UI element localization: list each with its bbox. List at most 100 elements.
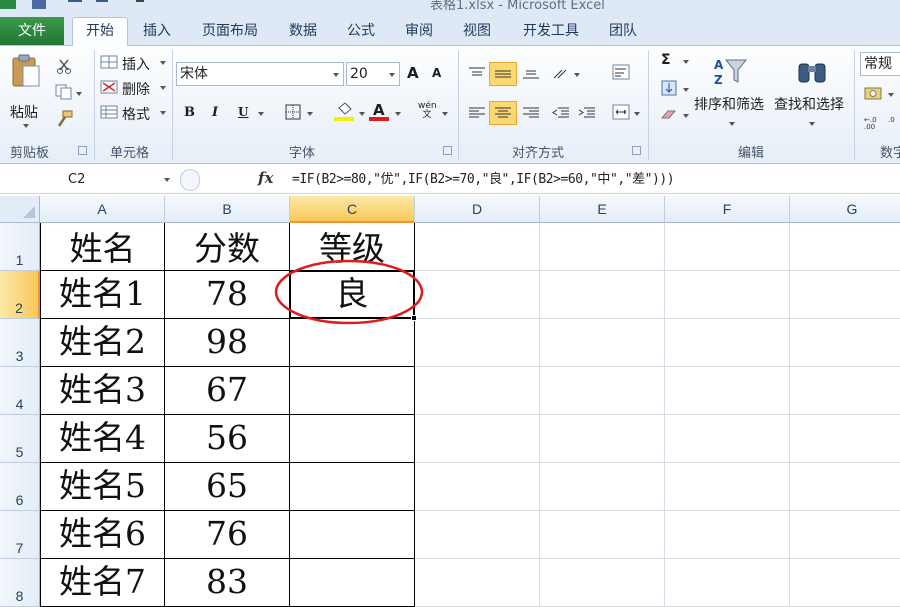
format-painter-icon[interactable] <box>55 110 73 128</box>
undo-icon[interactable] <box>68 0 82 9</box>
cell-a1[interactable]: 姓名 <box>40 223 165 271</box>
cell-d7[interactable] <box>415 511 540 559</box>
excel-app-icon[interactable] <box>0 0 16 9</box>
paste-button[interactable]: 粘贴 <box>6 54 46 132</box>
cell-c4[interactable] <box>290 367 415 415</box>
cell-g3[interactable] <box>790 319 900 367</box>
cell-d5[interactable] <box>415 415 540 463</box>
underline-dropdown-icon[interactable] <box>258 112 264 116</box>
cell-f3[interactable] <box>665 319 790 367</box>
align-bottom-icon[interactable] <box>522 66 540 80</box>
cell-e7[interactable] <box>540 511 665 559</box>
tab-file[interactable]: 文件 <box>0 17 64 45</box>
decrease-font-size-icon[interactable]: A <box>432 66 441 80</box>
save-icon[interactable] <box>32 0 46 9</box>
cell-c3[interactable] <box>290 319 415 367</box>
row-header-6[interactable]: 6 <box>0 463 40 511</box>
wrap-text-icon[interactable] <box>612 64 630 80</box>
text-orientation-icon[interactable] <box>552 66 572 80</box>
underline-button[interactable]: U <box>238 105 248 119</box>
find-select-button[interactable]: 查找和选择 <box>772 52 852 136</box>
tab-home[interactable]: 开始 <box>72 17 128 47</box>
cell-c7[interactable] <box>290 511 415 559</box>
cell-b5[interactable]: 56 <box>165 415 290 463</box>
column-header-e[interactable]: E <box>540 196 665 223</box>
cell-d2[interactable] <box>415 271 540 319</box>
insert-function-icon[interactable]: fx <box>258 169 273 187</box>
delete-cells-button[interactable]: 删除 <box>100 77 170 99</box>
cut-icon[interactable] <box>56 58 72 74</box>
align-middle-button[interactable] <box>489 62 517 86</box>
name-box[interactable]: C2 <box>0 169 176 191</box>
format-cells-button[interactable]: 格式 <box>100 102 170 124</box>
cell-f2[interactable] <box>665 271 790 319</box>
cell-g2[interactable] <box>790 271 900 319</box>
column-header-f[interactable]: F <box>665 196 790 223</box>
redo-icon[interactable] <box>96 0 108 9</box>
cell-f4[interactable] <box>665 367 790 415</box>
copy-icon[interactable] <box>55 84 73 100</box>
cell-c1[interactable]: 等级 <box>290 223 415 271</box>
align-right-icon[interactable] <box>522 106 540 120</box>
cell-a7[interactable]: 姓名6 <box>40 511 165 559</box>
cell-f6[interactable] <box>665 463 790 511</box>
clear-icon[interactable] <box>660 108 678 122</box>
tab-page-layout[interactable]: 页面布局 <box>198 21 262 46</box>
cell-g7[interactable] <box>790 511 900 559</box>
column-header-g[interactable]: G <box>790 196 900 223</box>
cell-c6[interactable] <box>290 463 415 511</box>
column-header-d[interactable]: D <box>415 196 540 223</box>
cell-a6[interactable]: 姓名5 <box>40 463 165 511</box>
align-center-button[interactable] <box>489 101 517 125</box>
cell-d1[interactable] <box>415 223 540 271</box>
tab-formulas[interactable]: 公式 <box>345 21 377 46</box>
increase-font-size-icon[interactable]: A <box>407 64 419 82</box>
autosum-dropdown-icon[interactable] <box>683 60 689 64</box>
borders-dropdown-icon[interactable] <box>307 112 313 116</box>
cell-a4[interactable]: 姓名3 <box>40 367 165 415</box>
column-header-a[interactable]: A <box>40 196 165 223</box>
cell-g1[interactable] <box>790 223 900 271</box>
cell-a2[interactable]: 姓名1 <box>40 271 165 319</box>
accounting-format-icon[interactable] <box>864 86 884 102</box>
increase-indent-icon[interactable] <box>578 106 596 120</box>
row-header-3[interactable]: 3 <box>0 319 40 367</box>
cell-b1[interactable]: 分数 <box>165 223 290 271</box>
number-format-select[interactable]: 常规 <box>860 52 900 76</box>
cell-d4[interactable] <box>415 367 540 415</box>
cell-e6[interactable] <box>540 463 665 511</box>
clipboard-dialog-launcher-icon[interactable] <box>78 146 87 155</box>
column-header-b[interactable]: B <box>165 196 290 223</box>
fill-handle[interactable] <box>411 315 417 321</box>
cell-g4[interactable] <box>790 367 900 415</box>
cell-f1[interactable] <box>665 223 790 271</box>
increase-decimal-icon[interactable]: ←.0.00 <box>864 114 884 130</box>
row-header-2[interactable]: 2 <box>0 271 40 319</box>
tab-team[interactable]: 团队 <box>607 21 639 46</box>
cell-b4[interactable]: 67 <box>165 367 290 415</box>
cell-d3[interactable] <box>415 319 540 367</box>
alignment-dialog-launcher-icon[interactable] <box>632 146 641 155</box>
font-color-button[interactable]: A <box>368 101 392 125</box>
autosum-icon[interactable]: Σ <box>661 52 671 68</box>
row-header-7[interactable]: 7 <box>0 511 40 559</box>
orientation-dropdown-icon[interactable] <box>574 73 580 77</box>
align-top-icon[interactable] <box>468 66 486 80</box>
accounting-dropdown-icon[interactable] <box>888 93 894 97</box>
column-header-c[interactable]: C <box>290 196 415 223</box>
font-dialog-launcher-icon[interactable] <box>443 146 452 155</box>
cell-b2[interactable]: 78 <box>165 271 290 319</box>
bold-button[interactable]: B <box>184 105 195 120</box>
customize-quick-access-icon[interactable] <box>136 0 144 9</box>
select-all-button[interactable] <box>0 196 40 223</box>
cell-f5[interactable] <box>665 415 790 463</box>
formula-bar-splitter[interactable] <box>180 169 200 191</box>
italic-button[interactable]: I <box>212 105 218 120</box>
cell-e4[interactable] <box>540 367 665 415</box>
tab-review[interactable]: 审阅 <box>403 21 435 46</box>
cell-e5[interactable] <box>540 415 665 463</box>
phonetic-guide-icon[interactable]: wén 文 <box>418 102 437 120</box>
clear-dropdown-icon[interactable] <box>683 114 689 118</box>
cell-e1[interactable] <box>540 223 665 271</box>
sort-filter-button[interactable]: A Z 排序和筛选 <box>692 52 772 136</box>
